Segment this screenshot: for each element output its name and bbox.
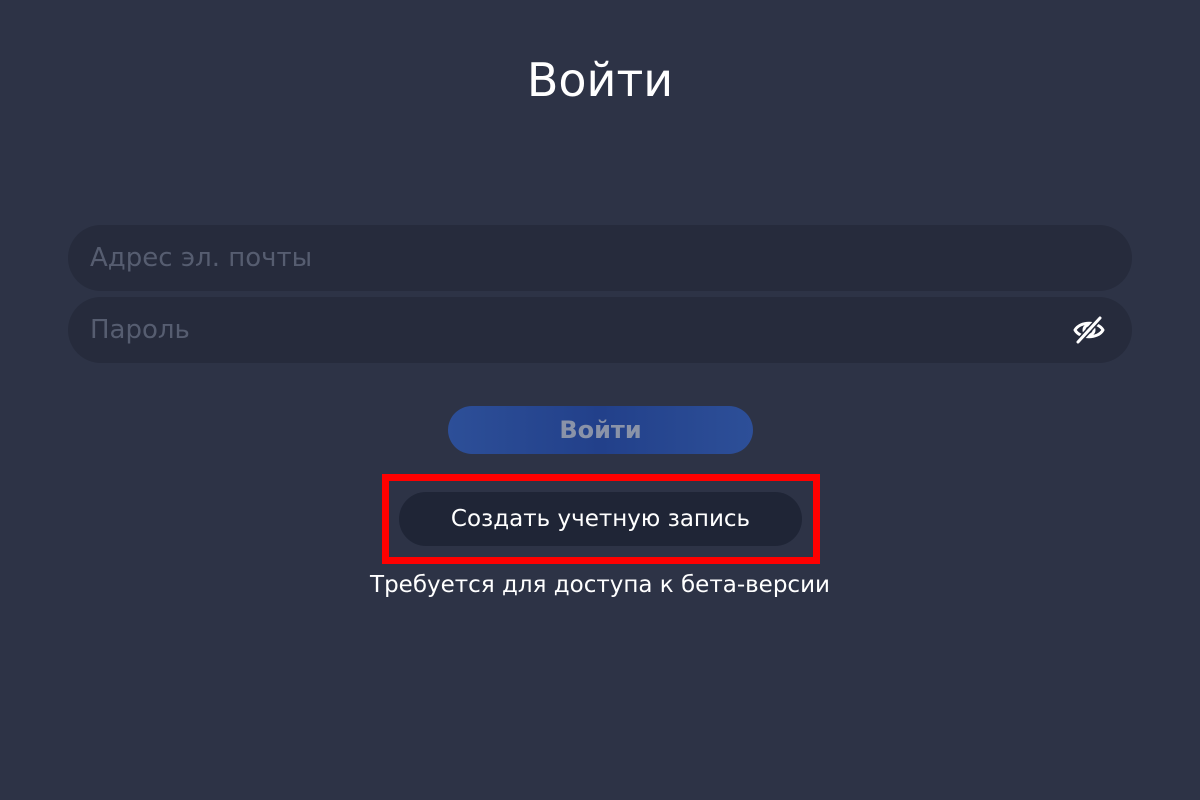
login-page: Войти Войти Создать учетную запись Требу… <box>0 0 1200 800</box>
login-button[interactable]: Войти <box>448 406 753 454</box>
eye-slash-icon[interactable] <box>1072 313 1106 347</box>
page-title: Войти <box>526 53 674 107</box>
create-account-button[interactable]: Создать учетную запись <box>399 492 802 546</box>
email-input[interactable] <box>68 225 1132 291</box>
beta-access-note: Требуется для доступа к бета-версии <box>370 572 830 598</box>
password-field-container <box>68 297 1132 363</box>
password-input[interactable] <box>68 297 1132 363</box>
email-field-container <box>68 225 1132 291</box>
